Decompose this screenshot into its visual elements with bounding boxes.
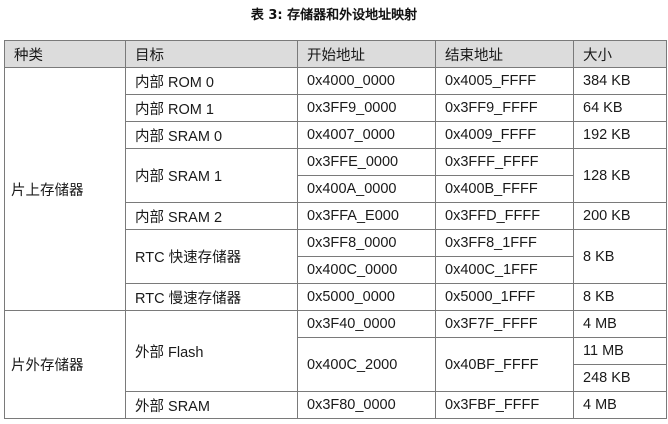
- header-target: 目标: [125, 40, 298, 68]
- target-cell: RTC 慢速存储器: [125, 283, 298, 311]
- table-row: 片上存储器 内部 ROM 0 0x4000_0000 0x4005_FFFF 3…: [4, 67, 667, 311]
- header-category: 种类: [4, 40, 126, 68]
- end-address-cell: 0x400B_FFFF: [435, 175, 574, 203]
- start-address-cell: 0x3FFA_E000: [297, 202, 436, 230]
- end-address-cell: 0x5000_1FFF: [435, 283, 574, 311]
- start-address-cell: 0x3FF9_0000: [297, 94, 436, 122]
- size-cell: 64 KB: [573, 94, 667, 122]
- size-cell: 200 KB: [573, 202, 667, 230]
- end-address-cell: 0x4009_FFFF: [435, 121, 574, 149]
- memory-map-table: 种类 目标 开始地址 结束地址 大小 片上存储器 内部 ROM 0 0x4000…: [4, 40, 667, 419]
- size-cell: 4 MB: [573, 391, 667, 419]
- category-internal: 片上存储器: [4, 67, 126, 311]
- target-cell: RTC 快速存储器: [125, 229, 298, 284]
- end-address-cell: 0x3FFF_FFFF: [435, 148, 574, 176]
- size-cell: 192 KB: [573, 121, 667, 149]
- start-address-cell: 0x400C_0000: [297, 256, 436, 284]
- start-address-cell: 0x4000_0000: [297, 67, 436, 95]
- target-cell: 外部 Flash: [125, 310, 298, 392]
- header-size: 大小: [573, 40, 667, 68]
- start-address-cell: 0x400A_0000: [297, 175, 436, 203]
- start-address-cell: 0x3F80_0000: [297, 391, 436, 419]
- table-caption: 表 3: 存储器和外设地址映射: [250, 8, 418, 23]
- end-address-cell: 0x3F7F_FFFF: [435, 310, 574, 338]
- category-external: 片外存储器: [4, 310, 126, 419]
- size-cell: 8 KB: [573, 229, 667, 284]
- target-cell: 外部 SRAM: [125, 391, 298, 419]
- size-cell: 248 KB: [573, 364, 667, 392]
- start-address-cell: 0x3FF8_0000: [297, 229, 436, 257]
- start-address-cell: 0x400C_2000: [297, 337, 436, 392]
- end-address-cell: 0x4005_FFFF: [435, 67, 574, 95]
- start-address-cell: 0x3FFE_0000: [297, 148, 436, 176]
- target-cell: 内部 ROM 1: [125, 94, 298, 122]
- size-cell: 128 KB: [573, 148, 667, 203]
- end-address-cell: 0x3FF8_1FFF: [435, 229, 574, 257]
- start-address-cell: 0x3F40_0000: [297, 310, 436, 338]
- target-cell: 内部 SRAM 0: [125, 121, 298, 149]
- size-cell: 4 MB: [573, 310, 667, 338]
- size-cell: 384 KB: [573, 67, 667, 95]
- start-address-cell: 0x4007_0000: [297, 121, 436, 149]
- size-cell: 8 KB: [573, 283, 667, 311]
- size-cell: 11 MB: [573, 337, 667, 365]
- end-address-cell: 0x3FFD_FFFF: [435, 202, 574, 230]
- start-address-cell: 0x5000_0000: [297, 283, 436, 311]
- table-row: 片外存储器 外部 Flash 0x3F40_0000 0x3F7F_FFFF 4…: [4, 310, 667, 419]
- end-address-cell: 0x3FF9_FFFF: [435, 94, 574, 122]
- header-row: 种类 目标 开始地址 结束地址 大小: [4, 40, 667, 68]
- target-cell: 内部 SRAM 2: [125, 202, 298, 230]
- header-end-address: 结束地址: [435, 40, 574, 68]
- end-address-cell: 0x400C_1FFF: [435, 256, 574, 284]
- target-cell: 内部 ROM 0: [125, 67, 298, 95]
- target-cell: 内部 SRAM 1: [125, 148, 298, 203]
- header-start-address: 开始地址: [297, 40, 436, 68]
- end-address-cell: 0x40BF_FFFF: [435, 337, 574, 392]
- end-address-cell: 0x3FBF_FFFF: [435, 391, 574, 419]
